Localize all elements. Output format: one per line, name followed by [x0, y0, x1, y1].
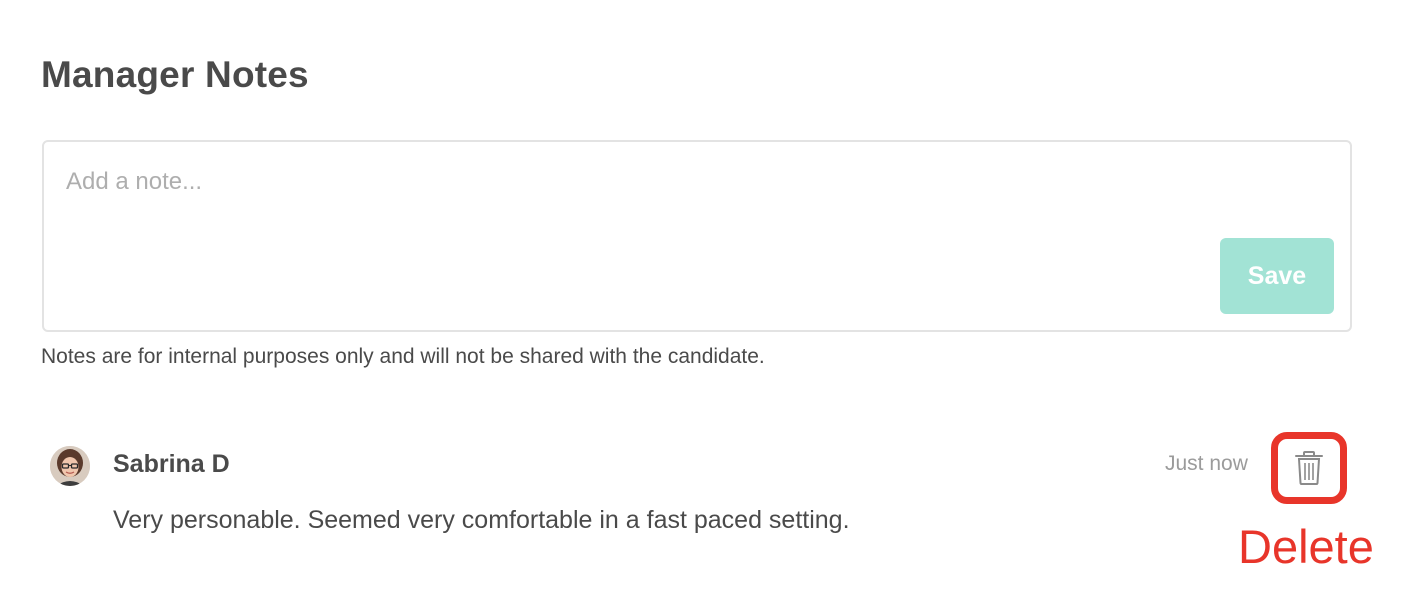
manager-notes-page: Manager Notes Save Notes are for interna…	[0, 0, 1428, 614]
save-button[interactable]: Save	[1220, 238, 1334, 314]
avatar	[50, 446, 90, 486]
note-composer: Save	[42, 140, 1352, 332]
page-title: Manager Notes	[41, 54, 309, 95]
notes-disclaimer: Notes are for internal purposes only and…	[41, 345, 765, 368]
note-author: Sabrina D	[113, 450, 230, 478]
avatar-image	[50, 446, 90, 486]
note-input[interactable]	[66, 162, 1206, 202]
note-timestamp: Just now	[1165, 452, 1248, 475]
note-body: Very personable. Seemed very comfortable…	[113, 506, 850, 534]
delete-annotation-label: Delete	[1238, 520, 1374, 573]
delete-note-button[interactable]	[1271, 432, 1347, 504]
trash-icon	[1295, 451, 1323, 485]
